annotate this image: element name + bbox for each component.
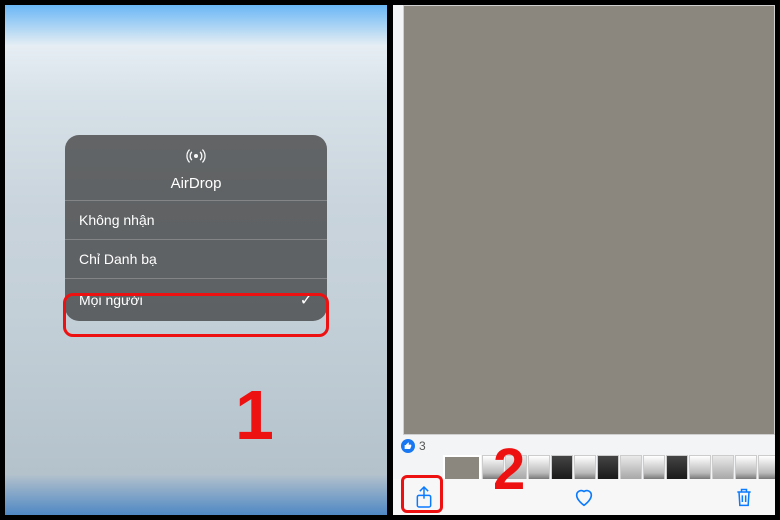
airdrop-option-contacts[interactable]: Chỉ Danh bạ — [65, 239, 327, 278]
annotation-step-1: 1 — [235, 375, 274, 455]
step-1-panel: AirDrop Không nhận Chỉ Danh bạ Mọi người… — [4, 4, 388, 516]
airdrop-icon — [185, 145, 207, 172]
airdrop-option-off[interactable]: Không nhận — [65, 200, 327, 239]
option-label: Mọi người — [79, 292, 143, 308]
like-icon — [401, 439, 415, 453]
airdrop-menu: AirDrop Không nhận Chỉ Danh bạ Mọi người… — [65, 135, 327, 321]
panel-divider — [390, 0, 392, 520]
like-badge: 3 — [401, 439, 426, 453]
annotation-step-2: 2 — [493, 436, 525, 503]
airdrop-title: AirDrop — [171, 175, 222, 192]
checkmark-icon: ✓ — [300, 290, 313, 310]
airdrop-option-everyone[interactable]: Mọi người ✓ — [65, 278, 327, 321]
like-count: 3 — [419, 439, 426, 453]
airdrop-header: AirDrop — [65, 135, 327, 200]
option-label: Chỉ Danh bạ — [79, 251, 157, 267]
favorite-button[interactable] — [571, 484, 597, 510]
share-button[interactable] — [411, 484, 437, 510]
step-2-panel: 3 — [392, 4, 776, 516]
delete-button[interactable] — [731, 484, 757, 510]
bottom-toolbar — [393, 479, 775, 515]
option-label: Không nhận — [79, 212, 155, 228]
photo-preview[interactable] — [403, 5, 775, 435]
